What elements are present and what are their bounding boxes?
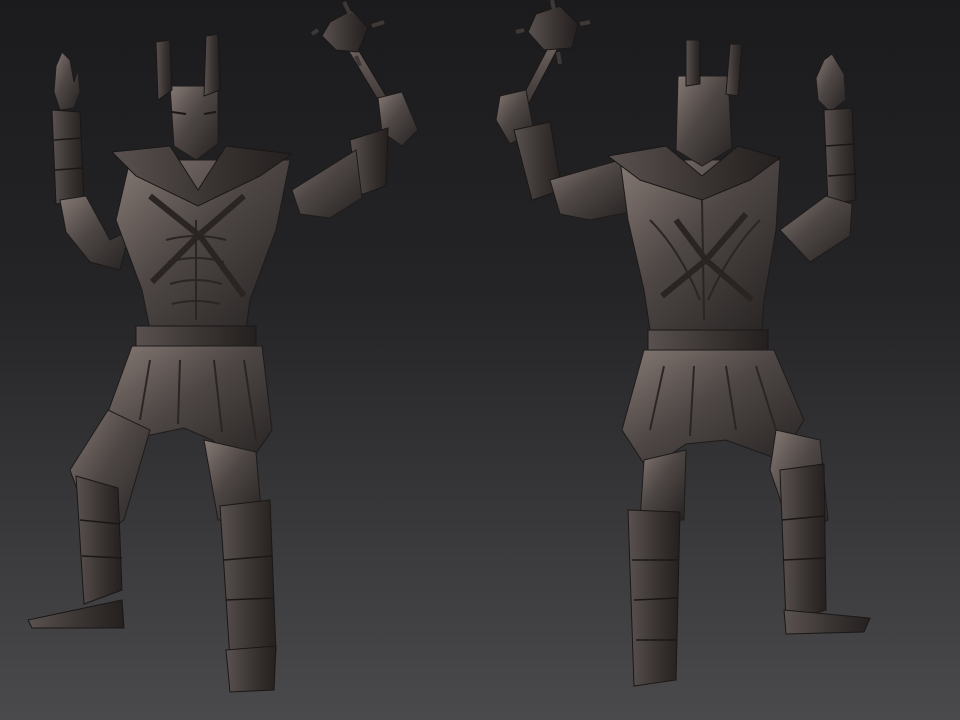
back-right-greave xyxy=(779,463,827,623)
back-left-leg xyxy=(639,449,687,521)
front-figure-render xyxy=(27,1,419,693)
front-head xyxy=(155,33,221,161)
sculpt-back-view[interactable] xyxy=(480,0,960,720)
front-right-greave xyxy=(219,499,277,661)
front-right-arm xyxy=(291,91,419,219)
back-right-hand xyxy=(779,53,857,263)
front-left-boot xyxy=(27,599,125,629)
front-left-hand xyxy=(51,51,85,205)
front-left-greave xyxy=(75,475,123,605)
back-figure-render xyxy=(495,0,871,687)
back-head xyxy=(675,39,743,167)
back-right-boot xyxy=(783,609,871,635)
front-belt xyxy=(135,325,257,349)
sculpt-front-view[interactable] xyxy=(0,0,480,720)
back-left-arm xyxy=(495,89,631,221)
back-belt xyxy=(647,329,769,353)
sculpt-viewport[interactable] xyxy=(0,0,960,720)
front-right-boot xyxy=(225,645,277,693)
